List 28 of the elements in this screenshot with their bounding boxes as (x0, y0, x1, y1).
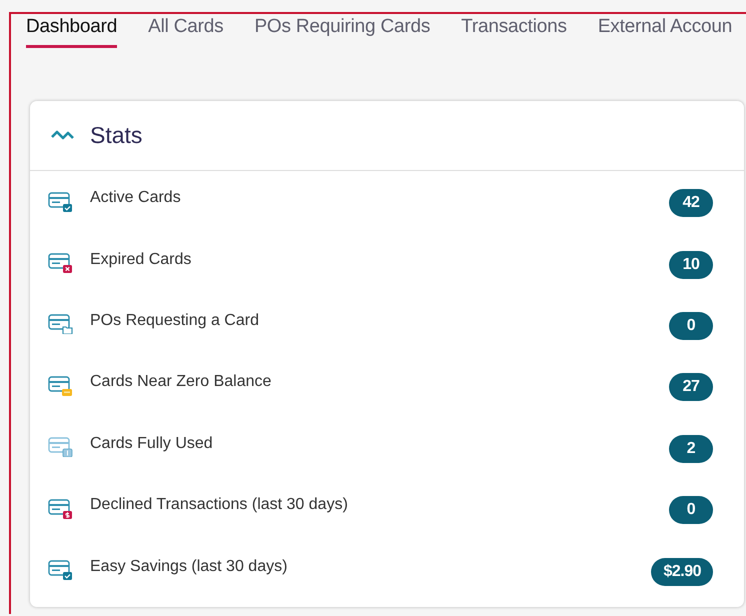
card-icon (48, 253, 73, 274)
card-icon (48, 437, 73, 458)
stat-label: Cards Fully Used (90, 434, 214, 453)
card-icon (48, 498, 73, 519)
tab[interactable]: All Cards (148, 16, 224, 48)
tab[interactable]: POs Requiring Cards (254, 16, 430, 48)
count-badge: 0 (669, 496, 713, 524)
stat-label: Expired Cards (90, 250, 192, 269)
count-badge: 42 (669, 189, 713, 218)
card-icon (48, 192, 73, 212)
tab[interactable]: Transactions (461, 16, 567, 48)
stat-label: Easy Savings (last 30 days) (90, 558, 288, 576)
stat-label: Declined Transactions (last 30 days) (90, 496, 349, 514)
count-badge: 0 (669, 312, 713, 340)
count-badge: 10 (669, 250, 713, 279)
count-badge: 27 (669, 373, 713, 402)
card-icon (48, 376, 73, 396)
card-icon (48, 560, 73, 580)
tab[interactable]: External Accoun (598, 16, 732, 48)
line-chart-icon (50, 128, 76, 142)
card-title: Stats (90, 122, 142, 149)
count-badge: $2.90 (651, 558, 713, 586)
tab[interactable]: Dashboard (26, 16, 118, 48)
stat-label: POs Requesting a Card (90, 312, 260, 330)
card-icon (48, 314, 73, 334)
count-badge: 2 (669, 434, 713, 463)
stat-label: Active Cards (90, 189, 182, 208)
stat-label: Cards Near Zero Balance (90, 373, 272, 392)
